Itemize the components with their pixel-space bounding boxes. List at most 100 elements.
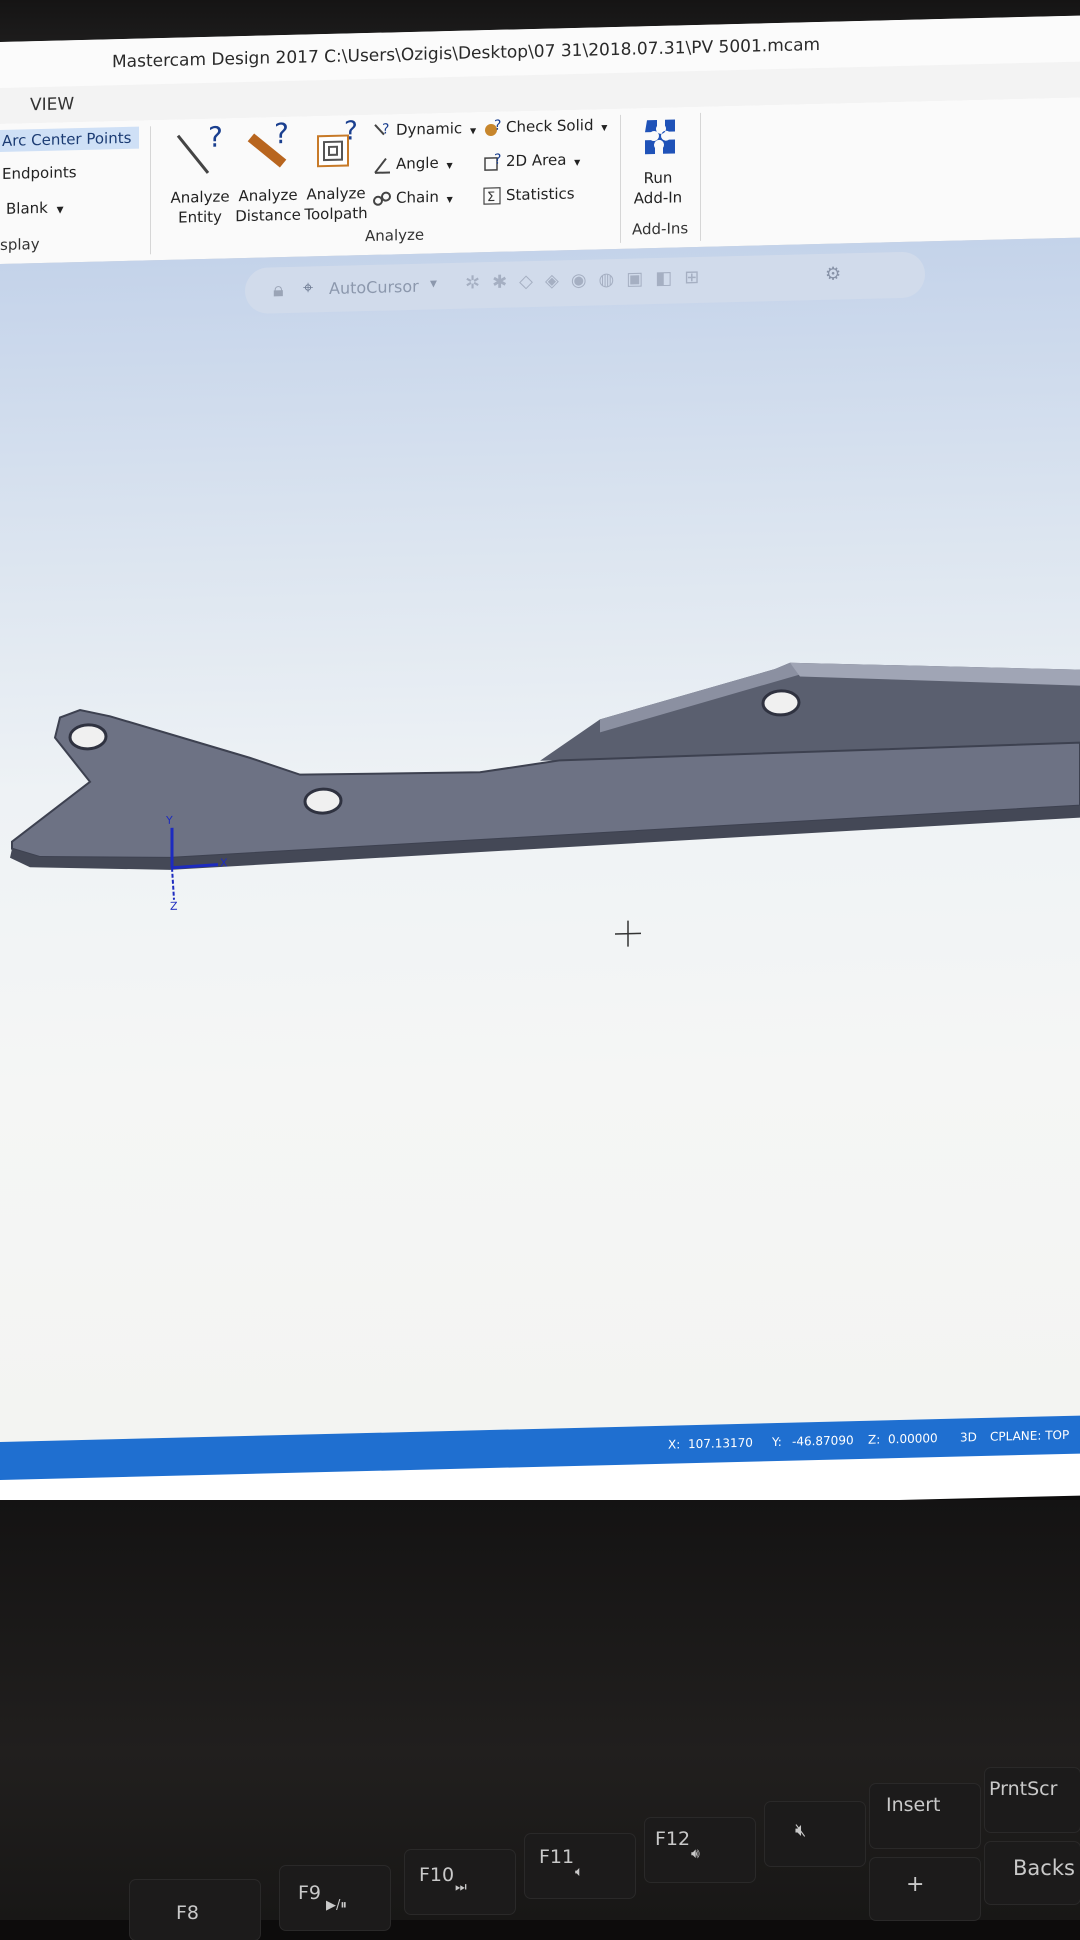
dynamic-button[interactable]: ? Dynamic ▼ [372,118,476,141]
check-solid-button[interactable]: ? Check Solid ▼ [482,115,607,138]
analyze-entity-line1: Analyze [170,187,230,207]
run-add-in-line1: Run [643,168,673,188]
mounting-hole [303,787,343,815]
analyze-distance-icon: ? [238,117,298,180]
key-backspace[interactable]: Backs [985,1842,1080,1904]
chevron-down-icon: ▼ [574,157,581,167]
add-ins-group-label: Add-Ins [632,219,689,239]
blank-label: Blank [6,198,48,218]
key-f9[interactable]: F9 ▶/⏸ [280,1866,390,1930]
chain-label: Chain [396,187,439,207]
run-add-in-icon [633,111,683,162]
status-y-value: -46.87090 [792,1433,854,1449]
key-insert[interactable]: Insert [870,1784,980,1848]
crosshair-cursor [615,920,641,947]
dynamic-icon: ? [372,120,394,141]
key-label: F9 [298,1882,322,1904]
analyze-entity-line2: Entity [178,207,222,227]
key-label: PrntScr [989,1778,1058,1800]
key-mute[interactable]: 🔇︎ [765,1802,865,1866]
status-x-value: 107.13170 [688,1435,753,1452]
axis-label-x: X [220,856,228,870]
analyze-toolpath-button[interactable]: ? Analyze Toolpath [294,116,378,225]
chain-icon [372,188,394,209]
analyze-group-label: Analyze [365,225,425,246]
svg-text:?: ? [494,118,501,134]
statistics-icon: Σ [482,186,504,207]
key-label: F12 [655,1828,691,1850]
svg-text:?: ? [208,121,223,154]
plus-icon: + [906,1872,925,1897]
key-label: Insert [886,1794,941,1816]
chevron-down-icon: ▼ [469,125,477,136]
chevron-down-icon: ▼ [56,205,64,216]
group-separator [150,126,151,255]
chevron-down-icon: ▼ [601,122,608,132]
analyze-toolpath-icon: ? [306,116,366,178]
group-separator [620,114,621,243]
status-y-label: Y: [772,1434,782,1450]
svg-text:?: ? [344,117,358,147]
key-label: F8 [176,1902,200,1924]
group-separator [700,112,701,241]
run-add-in-button[interactable]: Run Add-In [622,111,694,209]
part-model [10,662,1080,947]
play-pause-icon: ▶/⏸ [326,1898,347,1913]
display-group-label: splay [0,235,40,254]
analyze-distance-line2: Distance [235,205,301,226]
application-window: Mastercam Design 2017 C:\Users\Ozigis\De… [0,15,1080,1523]
key-f10[interactable]: F10 ⏭ [405,1850,515,1914]
status-mode[interactable]: 3D [960,1430,977,1444]
graphics-viewport[interactable]: 🔒︎ ⌖ AutoCursor ▼ ✲✱◇◈◉◍▣◧⊞ ⚙︎ Y X Z [0,237,1080,1443]
key-f8[interactable]: F8 [130,1880,260,1940]
chain-button[interactable]: Chain ▼ [372,187,453,209]
run-add-in-line2: Add-In [633,188,683,208]
svg-text:?: ? [274,119,289,151]
status-cplane[interactable]: CPLANE: TOP [990,1428,1069,1444]
status-z-value: 0.00000 [888,1431,938,1447]
svg-text:?: ? [494,152,501,168]
angle-label: Angle [396,153,439,173]
dynamic-label: Dynamic [396,119,463,139]
endpoints-button[interactable]: Endpoints [2,163,77,183]
analyze-distance-line1: Analyze [238,185,298,206]
chevron-down-icon: ▼ [446,194,453,204]
next-track-icon: ⏭ [455,1880,467,1895]
mute-icon: 🔇︎ [795,1820,807,1841]
analyze-entity-icon: ? [170,120,230,181]
volume-up-icon: 🔊︎ [691,1846,700,1862]
svg-text:?: ? [382,121,389,137]
key-label: F10 [419,1864,455,1886]
chevron-down-icon: ▼ [446,160,453,170]
2d-area-label: 2D Area [506,150,567,171]
analyze-toolpath-line1: Analyze [306,184,366,204]
tab-view[interactable]: VIEW [30,94,74,115]
key-plus[interactable]: + [870,1858,980,1920]
laptop-keyboard: F8 F9 ▶/⏸ F10 ⏭ F11 🔈︎ F12 🔊︎ 🔇︎ Insert Prnt… [0,1500,1080,1940]
key-label: F11 [539,1846,575,1868]
key-label: Backs [1013,1856,1075,1880]
ribbon: Arc Center Points Endpoints Blank ▼ spla… [0,97,1080,265]
svg-text:Σ: Σ [487,190,495,205]
key-prntscr[interactable]: PrntScr [985,1768,1080,1832]
status-x-label: X: [668,1437,681,1452]
angle-button[interactable]: Angle ▼ [372,153,453,175]
axis-label-y: Y [166,813,173,827]
statistics-button[interactable]: Σ Statistics [482,184,575,206]
statistics-label: Statistics [506,184,575,205]
volume-down-icon: 🔈︎ [575,1864,584,1880]
blank-button[interactable]: Blank ▼ [6,198,64,218]
status-z-label: Z: [868,1432,881,1447]
key-f11[interactable]: F11 🔈︎ [525,1834,635,1898]
2d-area-icon: ? [482,152,504,173]
key-f12[interactable]: F12 🔊︎ [645,1818,755,1882]
axis-label-z: Z [170,899,178,913]
analyze-toolpath-line2: Toolpath [304,204,368,224]
angle-icon [372,154,394,175]
check-solid-label: Check Solid [506,115,594,137]
mounting-hole [68,723,108,751]
check-solid-icon: ? [482,118,504,139]
mounting-hole [761,689,801,717]
2d-area-button[interactable]: ? 2D Area ▼ [482,150,580,172]
arc-center-points-button[interactable]: Arc Center Points [0,126,140,152]
